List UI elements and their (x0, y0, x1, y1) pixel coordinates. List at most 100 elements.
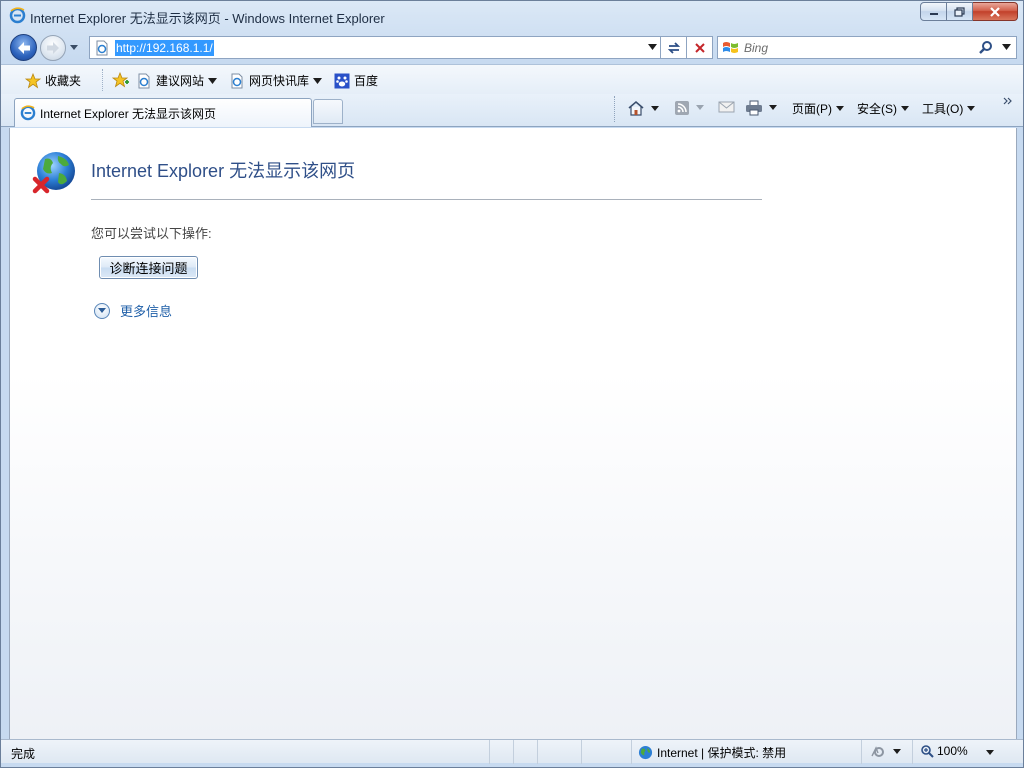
stop-icon (694, 42, 705, 53)
page-menu[interactable]: 页面(P) (792, 100, 845, 117)
add-ons-button[interactable] (870, 744, 902, 759)
print-button[interactable] (745, 100, 780, 116)
page-menu-label: 页面(P) (792, 102, 832, 116)
ie-window: Internet Explorer 无法显示该网页 - Windows Inte… (0, 0, 1024, 768)
security-zone-label: Internet | 保护模式: 禁用 (657, 746, 787, 760)
window-title: Internet Explorer 无法显示该网页 - Windows Inte… (30, 11, 385, 26)
mail-icon (718, 101, 735, 113)
chevron-double-right-icon (1003, 97, 1012, 105)
chevron-down-icon (769, 105, 777, 110)
status-bar: 完成 Internet | 保护模式: 禁用 100% (1, 739, 1023, 764)
recent-pages-dropdown-icon[interactable] (68, 42, 80, 52)
printer-icon (746, 100, 762, 116)
status-divider (912, 740, 913, 764)
favorites-item-label: 百度 (354, 74, 379, 88)
search-box[interactable]: Bing (717, 36, 1017, 59)
search-icon[interactable] (978, 40, 994, 56)
status-divider (489, 740, 490, 764)
rss-feed-icon (675, 101, 689, 115)
globe-error-icon (32, 152, 75, 194)
chevron-down-icon (208, 77, 218, 84)
favorites-button[interactable]: 收藏夹 (25, 72, 81, 89)
tools-menu-label: 工具(O) (922, 102, 964, 116)
more-info-link[interactable]: 更多信息 (94, 301, 172, 320)
status-divider (861, 740, 862, 764)
tab-label: Internet Explorer 无法显示该网页 (40, 106, 217, 121)
security-zone[interactable]: Internet | 保护模式: 禁用 (638, 744, 786, 761)
address-bar[interactable]: http://192.168.1.1/ (89, 36, 661, 59)
star-icon (25, 72, 41, 88)
diagnose-connection-button[interactable]: 诊断连接问题 (99, 256, 198, 279)
restore-icon (954, 6, 965, 17)
safety-menu-label: 安全(S) (857, 102, 897, 116)
caption-buttons (920, 2, 1018, 21)
forward-button[interactable] (40, 35, 66, 61)
chevron-down-icon (893, 748, 901, 754)
favorites-item-web-slice-gallery[interactable]: 网页快讯库 (229, 72, 323, 89)
status-divider (631, 740, 632, 764)
zoom-level: 100% (937, 744, 968, 758)
chevron-down-icon (967, 105, 976, 111)
chevron-down-icon (696, 105, 704, 110)
maximize-button[interactable] (947, 2, 973, 21)
page-content: Internet Explorer 无法显示该网页 您可以尝试以下操作: 诊断连… (9, 128, 1017, 739)
tools-menu[interactable]: 工具(O) (922, 100, 976, 117)
safety-menu[interactable]: 安全(S) (857, 100, 910, 117)
star-add-icon (112, 72, 129, 88)
ie-page-icon (96, 40, 108, 56)
chevron-down-icon (313, 77, 323, 84)
address-dropdown-icon[interactable] (648, 44, 657, 50)
search-options-dropdown-icon[interactable] (1002, 44, 1011, 50)
ie-logo-icon (20, 105, 36, 121)
close-icon (990, 6, 1000, 17)
url-text[interactable]: http://192.168.1.1/ (115, 40, 214, 56)
instruction-text: 您可以尝试以下操作: (91, 226, 212, 241)
tab-current[interactable]: Internet Explorer 无法显示该网页 (14, 98, 312, 127)
navigation-bar: http://192.168.1.1/ Bing (1, 31, 1023, 63)
new-tab-button[interactable] (313, 99, 343, 124)
close-button[interactable] (973, 2, 1018, 21)
ie-page-icon (138, 73, 150, 88)
refresh-button[interactable] (661, 36, 687, 59)
ie-page-icon (231, 73, 243, 88)
error-heading: Internet Explorer 无法显示该网页 (91, 161, 356, 181)
windows-flag-icon (723, 42, 738, 53)
more-info-label: 更多信息 (120, 304, 173, 319)
search-placeholder: Bing (744, 41, 769, 55)
favorites-item-label: 网页快讯库 (249, 74, 310, 88)
command-bar-overflow-button[interactable] (1003, 96, 1013, 106)
chevron-down-icon (651, 105, 659, 111)
minimize-button[interactable] (920, 2, 947, 21)
heading-divider (91, 199, 762, 200)
favorites-item-suggested-sites[interactable]: 建议网站 (136, 72, 218, 89)
status-text: 完成 (11, 747, 36, 761)
favorites-separator (102, 69, 103, 91)
read-mail-button[interactable] (718, 100, 735, 114)
stop-button[interactable] (687, 36, 713, 59)
zoom-icon (921, 745, 934, 758)
feeds-button[interactable] (674, 100, 707, 116)
home-button[interactable] (627, 100, 662, 117)
home-icon (628, 100, 644, 116)
favorites-bar: 收藏夹 建议网站 网页快讯库 百度 (1, 64, 1023, 94)
command-bar-separator (614, 96, 615, 122)
status-divider (513, 740, 514, 764)
forward-arrow-icon (47, 42, 59, 54)
back-button[interactable] (10, 34, 37, 61)
back-arrow-icon (17, 41, 30, 54)
globe-icon (638, 745, 653, 760)
chevron-down-icon (901, 105, 909, 111)
chevron-down-icon (836, 105, 844, 111)
zoom-control[interactable]: 100% (920, 744, 968, 758)
gear-arrow-icon (871, 746, 884, 757)
refresh-icon (667, 41, 680, 54)
favorites-item-label: 建议网站 (156, 74, 205, 88)
add-to-favorites-bar-button[interactable] (112, 72, 130, 88)
zoom-dropdown-icon[interactable] (985, 749, 995, 757)
baidu-paw-icon (334, 73, 350, 88)
title-bar: Internet Explorer 无法显示该网页 - Windows Inte… (1, 1, 1023, 31)
minimize-icon (929, 12, 938, 15)
tab-and-command-bar: Internet Explorer 无法显示该网页 页面(P) 安全(S) 工具… (1, 94, 1023, 127)
expand-chevron-icon (94, 302, 110, 319)
favorites-item-baidu[interactable]: 百度 (334, 72, 378, 89)
